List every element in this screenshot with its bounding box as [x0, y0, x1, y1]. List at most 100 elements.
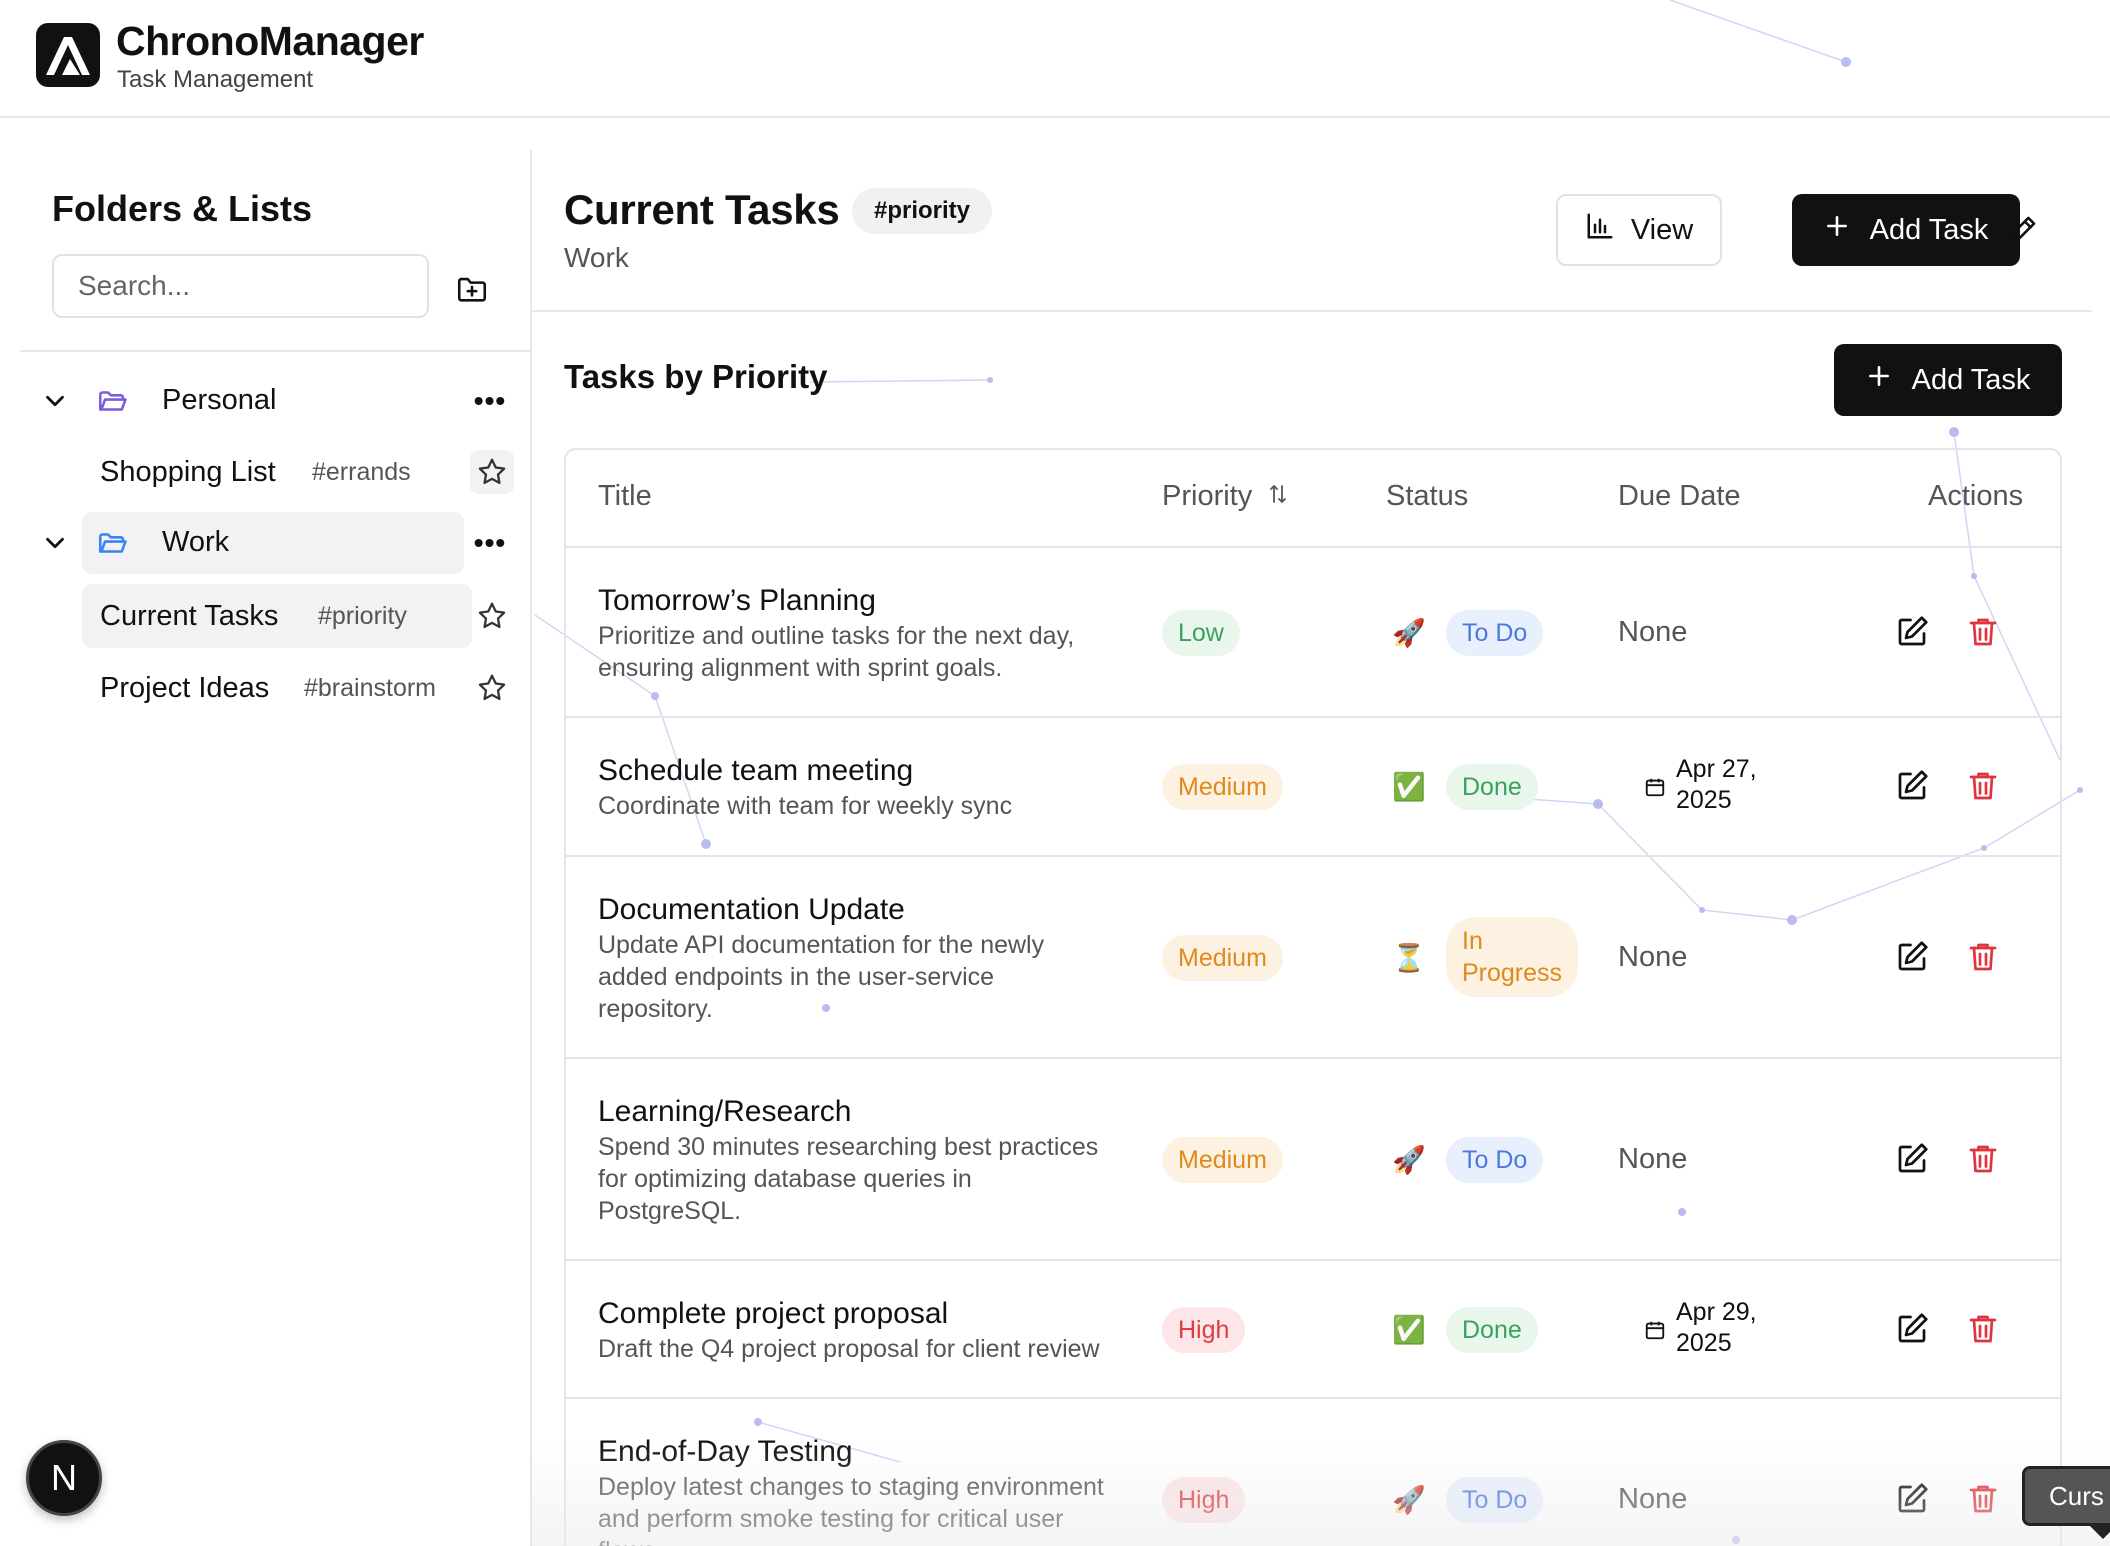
- list-item-project-ideas[interactable]: Project Ideas #brainstorm: [82, 656, 472, 720]
- app-subtitle: Task Management: [117, 66, 314, 93]
- add-task-label: Add Task: [1869, 213, 1989, 246]
- view-button[interactable]: View: [1556, 194, 1722, 266]
- task-title: Tomorrow’s Planning: [598, 584, 876, 617]
- edit-icon[interactable]: [1894, 614, 1930, 650]
- status-badge[interactable]: In Progress: [1446, 917, 1578, 997]
- column-header-due-date[interactable]: Due Date: [1618, 480, 1741, 513]
- list-item-current-tasks[interactable]: Current Tasks #priority: [82, 584, 472, 648]
- edit-icon[interactable]: [1894, 939, 1930, 975]
- due-date: None: [1618, 1143, 1688, 1175]
- trash-icon[interactable]: [1965, 614, 2001, 650]
- view-button-label: View: [1630, 213, 1694, 246]
- edit-icon[interactable]: [1894, 1141, 1930, 1177]
- chevron-down-icon[interactable]: [40, 386, 70, 416]
- main-divider: [532, 310, 2092, 312]
- status-badge[interactable]: To Do: [1446, 1477, 1544, 1523]
- task-description: Deploy latest changes to staging environ…: [598, 1471, 1178, 1546]
- star-icon[interactable]: [470, 594, 514, 638]
- plus-icon: [1866, 363, 1892, 397]
- edit-icon[interactable]: [1894, 1311, 1930, 1347]
- task-title: End-of-Day Testing: [598, 1435, 853, 1468]
- folder-work[interactable]: Work •••: [0, 512, 530, 574]
- list-item-shopping-list[interactable]: Shopping List #errands: [82, 440, 472, 504]
- app-title: ChronoManager: [116, 18, 424, 64]
- list-tag: #priority: [318, 602, 407, 630]
- more-options-icon[interactable]: •••: [470, 526, 510, 560]
- star-icon[interactable]: [470, 450, 514, 494]
- main-content: Current Tasks #priority Work View Add Ta…: [532, 150, 2110, 1546]
- column-header-status[interactable]: Status: [1386, 480, 1468, 513]
- new-folder-icon[interactable]: [452, 269, 492, 309]
- folder-personal[interactable]: Personal •••: [0, 370, 530, 432]
- task-description-line: flows.: [598, 1535, 1178, 1546]
- task-title: Learning/Research: [598, 1095, 852, 1128]
- task-description-line: Draft the Q4 project proposal for client…: [598, 1335, 1100, 1363]
- more-options-icon[interactable]: •••: [470, 384, 510, 418]
- trash-icon[interactable]: [1965, 768, 2001, 804]
- due-date: None: [1618, 941, 1688, 973]
- folder-label: Personal: [162, 384, 277, 416]
- table-row[interactable]: Schedule team meeting Coordinate with te…: [566, 718, 2060, 857]
- task-description-line: PostgreSQL.: [598, 1197, 742, 1225]
- edit-icon[interactable]: [1894, 1481, 1930, 1517]
- add-task-header-button[interactable]: Add Task: [1792, 194, 2020, 266]
- check-mark-icon: ✅: [1392, 1315, 1426, 1345]
- calendar-icon: [1644, 1319, 1666, 1341]
- table-header: Title Priority Status Due Date Actions: [566, 450, 2060, 548]
- chevron-down-icon[interactable]: [40, 528, 70, 558]
- due-date: None: [1618, 616, 1688, 648]
- list-name: Shopping List: [100, 456, 276, 488]
- status-badge[interactable]: Done: [1446, 764, 1538, 810]
- priority-badge: High: [1162, 1477, 1246, 1523]
- status-line: Progress: [1462, 959, 1563, 987]
- bar-chart-icon: [1585, 211, 1615, 249]
- sidebar: Folders & Lists Personal ••• Shopping Li…: [0, 150, 532, 1546]
- sidebar-title: Folders & Lists: [52, 188, 313, 229]
- pencil-icon[interactable]: [2000, 208, 2044, 252]
- add-task-section-button[interactable]: Add Task: [1834, 344, 2062, 416]
- rocket-icon: 🚀: [1392, 1145, 1426, 1175]
- column-header-priority[interactable]: Priority: [1162, 480, 1290, 514]
- status-badge[interactable]: Done: [1446, 1307, 1538, 1353]
- dev-tools-badge[interactable]: N: [26, 1440, 102, 1516]
- due-date: None: [1618, 1483, 1688, 1515]
- rocket-icon: 🚀: [1392, 1485, 1426, 1515]
- folder-open-icon: [96, 384, 130, 418]
- sidebar-search-input[interactable]: [52, 254, 429, 318]
- table-row[interactable]: Complete project proposal Draft the Q4 p…: [566, 1261, 2060, 1399]
- folder-open-icon: [96, 526, 130, 560]
- status-badge[interactable]: To Do: [1446, 610, 1544, 656]
- check-mark-icon: ✅: [1392, 772, 1426, 802]
- folder-row-background: [82, 512, 464, 574]
- table-row[interactable]: Learning/Research Spend 30 minutes resea…: [566, 1059, 2060, 1261]
- table-row[interactable]: End-of-Day Testing Deploy latest changes…: [566, 1399, 2060, 1546]
- table-row[interactable]: Documentation Update Update API document…: [566, 857, 2060, 1059]
- task-description-line: ensuring alignment with sprint goals.: [598, 654, 1003, 682]
- priority-badge: Medium: [1162, 1137, 1283, 1183]
- priority-badge: High: [1162, 1307, 1246, 1353]
- page-subtitle: Work: [564, 242, 629, 273]
- task-title: Schedule team meeting: [598, 754, 914, 787]
- task-description-line: Prioritize and outline tasks for the nex…: [598, 622, 1075, 650]
- status-line: In: [1462, 927, 1483, 955]
- list-name: Current Tasks: [100, 600, 279, 632]
- edit-icon[interactable]: [1894, 768, 1930, 804]
- list-name: Project Ideas: [100, 672, 270, 704]
- status-badge[interactable]: To Do: [1446, 1137, 1544, 1183]
- page-tag-badge: #priority: [852, 188, 993, 234]
- list-tag: #errands: [312, 458, 411, 486]
- table-row[interactable]: Tomorrow’s Planning Prioritize and outli…: [566, 548, 2060, 718]
- trash-icon[interactable]: [1965, 1141, 2001, 1177]
- app-logo-icon[interactable]: [36, 23, 100, 87]
- due-date-line: Apr 29,: [1676, 1298, 1757, 1326]
- due-date-line: Apr 27,: [1676, 755, 1757, 783]
- star-icon[interactable]: [470, 666, 514, 710]
- plus-icon: [1824, 213, 1850, 247]
- column-header-title[interactable]: Title: [598, 480, 652, 513]
- trash-icon[interactable]: [1965, 1481, 2001, 1517]
- hourglass-icon: ⏳: [1392, 943, 1426, 973]
- task-title: Complete project proposal: [598, 1297, 949, 1330]
- sort-arrows-icon[interactable]: [1266, 481, 1290, 514]
- trash-icon[interactable]: [1965, 939, 2001, 975]
- trash-icon[interactable]: [1965, 1311, 2001, 1347]
